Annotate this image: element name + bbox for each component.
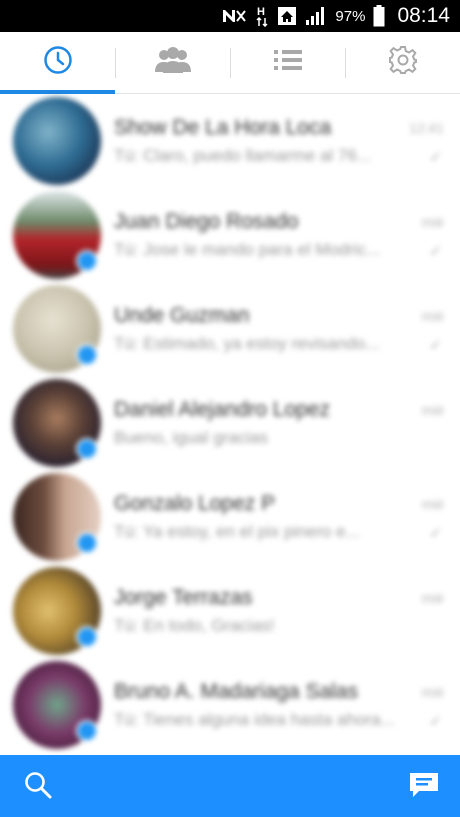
read-check-icon: ✓ [429, 712, 442, 730]
thread-name: Juan Diego Rosado [114, 210, 299, 233]
thread-item[interactable]: Unde Guzman Tú: Estimado, ya estoy revis… [0, 282, 460, 376]
thread-snippet: Tú: Jose le mando para el Modric... [114, 240, 381, 259]
tab-people[interactable] [230, 32, 345, 93]
status-bar: H 97% 08:14 [0, 0, 460, 32]
thread-time: mié [421, 402, 444, 418]
bottom-action-bar [0, 755, 460, 817]
thread-time: mié [421, 308, 444, 324]
search-button[interactable] [22, 771, 54, 803]
thread-time: 12:41 [408, 120, 444, 136]
thread-item[interactable]: Daniel Alejandro Lopez Bueno, igual grac… [0, 376, 460, 470]
people-icon [153, 46, 193, 79]
thread-name: Unde Guzman [114, 304, 250, 327]
thread-snippet: Bueno, igual gracias [114, 428, 269, 447]
home-icon [277, 6, 297, 26]
thread-snippet: Tú: Tienes alguna idea hasta ahora... [114, 710, 395, 729]
tab-groups[interactable] [115, 32, 230, 93]
thread-item[interactable]: Bruno A. Madariaga Salas Tú: Tienes algu… [0, 658, 460, 752]
messenger-badge-icon [76, 532, 98, 554]
thread-name: Show De La Hora Loca [114, 116, 332, 139]
thread-item[interactable]: Jorge Terrazas Tú: En todo, Gracias! mié [0, 564, 460, 658]
messenger-badge-icon [76, 720, 98, 742]
thread-snippet: Tú: Claro, puedo llamarme al 76... [114, 146, 372, 165]
tab-bar [0, 32, 460, 94]
messenger-badge-icon [76, 626, 98, 648]
nfc-icon [221, 7, 247, 25]
messenger-badge-icon [76, 438, 98, 460]
list-icon [273, 48, 303, 77]
svg-text:H: H [257, 6, 265, 18]
thread-item[interactable]: Gonzalo Lopez P Tú: Ya estoy, en el pix … [0, 470, 460, 564]
read-check-icon: ✓ [429, 336, 442, 354]
battery-icon [373, 5, 385, 27]
avatar [13, 97, 101, 185]
messenger-badge-icon [76, 344, 98, 366]
gear-icon [388, 45, 418, 80]
search-icon [23, 770, 53, 805]
compose-button[interactable] [408, 772, 440, 803]
thread-snippet: Tú: Ya estoy, en el pix pinero e... [114, 522, 360, 541]
tab-recent[interactable] [0, 32, 115, 94]
compose-icon [409, 772, 439, 803]
read-check-icon: ✓ [429, 524, 442, 542]
signal-icon [305, 6, 327, 26]
clock-icon [43, 45, 73, 80]
thread-time: mié [421, 214, 444, 230]
thread-list: Show De La Hora Loca Tú: Claro, puedo ll… [0, 94, 460, 754]
hspa-icon: H [255, 5, 269, 27]
thread-snippet: Tú: Estimado, ya estoy revisando... [114, 334, 380, 353]
battery-percentage: 97% [335, 7, 366, 25]
thread-name: Daniel Alejandro Lopez [114, 398, 330, 421]
thread-time: mié [421, 496, 444, 512]
thread-snippet: Tú: En todo, Gracias! [114, 616, 275, 635]
thread-time: mié [421, 590, 444, 606]
thread-item[interactable]: Show De La Hora Loca Tú: Claro, puedo ll… [0, 94, 460, 188]
read-check-icon: ✓ [429, 148, 442, 166]
messenger-badge-icon [76, 250, 98, 272]
status-clock: 08:14 [397, 4, 450, 27]
thread-item[interactable]: Juan Diego Rosado Tú: Jose le mando para… [0, 188, 460, 282]
tab-settings[interactable] [345, 32, 460, 93]
thread-name: Bruno A. Madariaga Salas [114, 680, 358, 703]
read-check-icon: ✓ [429, 242, 442, 260]
thread-name: Gonzalo Lopez P [114, 492, 276, 515]
thread-time: mié [421, 684, 444, 700]
thread-name: Jorge Terrazas [114, 586, 253, 609]
